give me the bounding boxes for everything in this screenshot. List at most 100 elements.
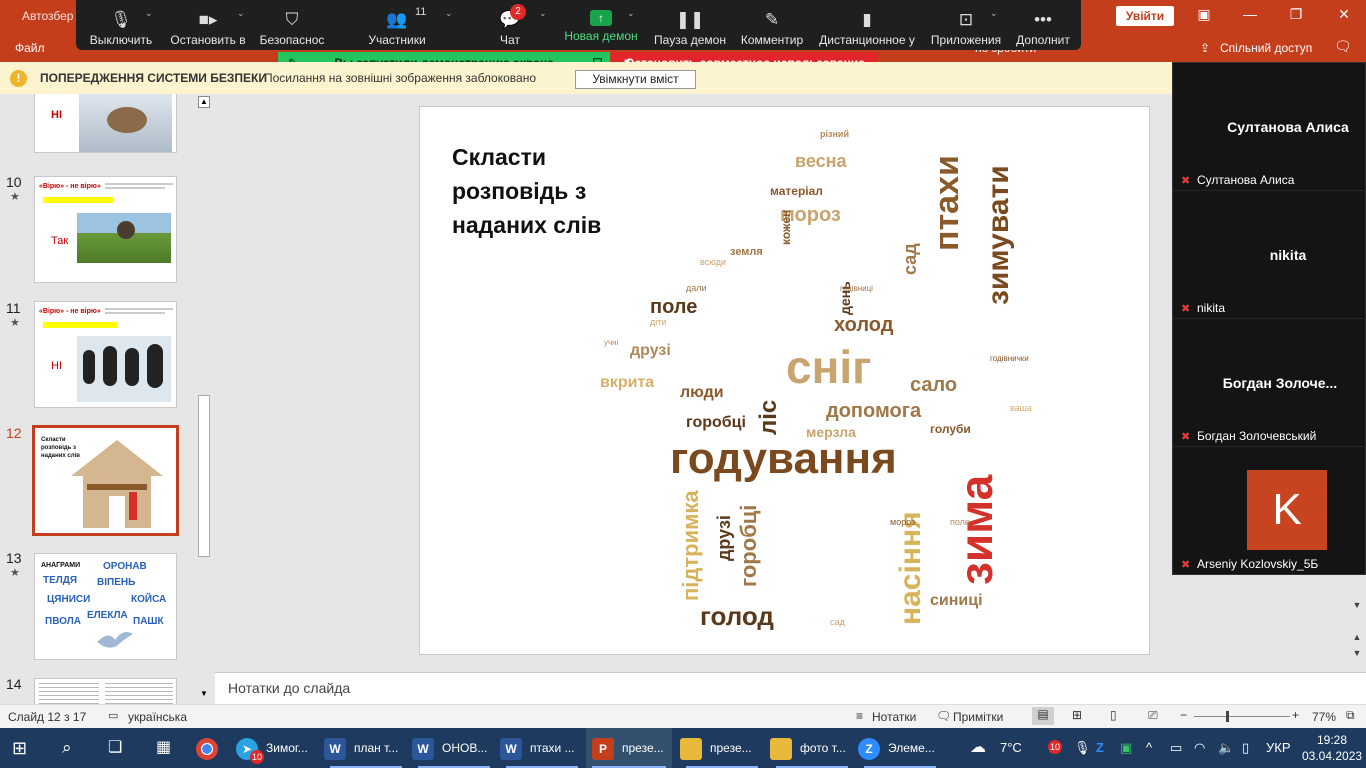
prev-slide-icon[interactable]: ▲	[1350, 632, 1364, 646]
share-icon[interactable]: ⇪	[1200, 41, 1210, 55]
microphone-tray-icon[interactable]: 🎙	[1074, 728, 1091, 768]
taskbar-app-word[interactable]: Wптахи ...	[500, 728, 584, 768]
slide-thumbnail[interactable]: «Вірю» - не вірю» НІ	[34, 301, 177, 408]
taskbar-app-word[interactable]: W ОНОВ...	[412, 728, 496, 768]
notes-pane[interactable]: Нотатки до слайда	[215, 672, 1366, 704]
slideshow-icon[interactable]: ⎚	[1148, 708, 1158, 723]
mouse-icon: ▮	[862, 10, 872, 29]
slide-number: 11	[6, 300, 21, 316]
notes-button[interactable]: Нотатки	[872, 710, 916, 724]
stop-video-button[interactable]: ■▸ Остановить в	[168, 0, 248, 50]
chevron-down-icon[interactable]: ⌄	[539, 8, 547, 19]
folder-icon	[680, 737, 702, 760]
wifi-icon[interactable]: ◠	[1194, 728, 1205, 768]
zoom-tray-icon[interactable]: Z	[1096, 728, 1104, 768]
wordcloud-word: сад	[830, 617, 846, 627]
security-button[interactable]: ⛉ Безопаснос	[256, 0, 328, 50]
more-button[interactable]: ••• Дополнит	[1010, 0, 1076, 50]
chevron-up-icon[interactable]: ^	[1146, 728, 1152, 768]
scroll-down-icon[interactable]: ▼	[198, 688, 210, 700]
taskbar-app-explorer[interactable]: презе...	[680, 728, 764, 768]
slide-thumbnail-selected[interactable]: Скласти розповідь з наданих слів	[32, 425, 179, 536]
login-button[interactable]: Увійти	[1116, 6, 1174, 26]
shield-icon: ⛉	[285, 10, 299, 29]
enable-content-button[interactable]: Увімкнути вміст	[575, 70, 696, 89]
chevron-down-icon[interactable]: ⌄	[237, 8, 245, 19]
pause-share-button[interactable]: ❚❚ Пауза демон	[650, 0, 730, 50]
zoom-percent[interactable]: 77%	[1312, 710, 1336, 724]
minimize-icon[interactable]: —	[1238, 6, 1262, 26]
battery-icon[interactable]: ▯	[1242, 728, 1249, 768]
taskbar-app-zoom[interactable]: Z Элеме...	[858, 728, 942, 768]
taskbar-app-word[interactable]: Wплан т...	[324, 728, 408, 768]
bird-image	[97, 632, 133, 648]
spellcheck-icon[interactable]: ▭	[108, 709, 118, 722]
next-slide-icon[interactable]: ▼	[1350, 648, 1364, 662]
muted-mic-icon: ✖	[1181, 175, 1191, 187]
video-camera-icon: ■▸	[198, 10, 218, 29]
language-indicator[interactable]: УКР	[1266, 728, 1291, 768]
scroll-up-icon[interactable]: ▲	[198, 96, 210, 108]
chevron-down-icon[interactable]: ⌄	[990, 8, 998, 19]
wordcloud-word: горобці	[686, 414, 746, 431]
language-indicator[interactable]: українська	[128, 710, 187, 724]
wordcloud-word: вкрита	[600, 374, 654, 391]
participant-tile[interactable]: Богдан Золоче... ✖ Богдан Золочевський	[1173, 319, 1366, 447]
ribbon-display-icon[interactable]: ▣	[1192, 6, 1216, 26]
weather-temp[interactable]: 7°C	[1000, 728, 1022, 768]
comment-icon[interactable]: 🗨	[1334, 38, 1352, 55]
chevron-down-icon[interactable]: ⌄	[145, 8, 153, 19]
slide-thumbnail[interactable]: АНАГРАМИ ОРОНАВ ТЕЛДЯ ВІПЕНЬ ЦЯНИСИ КОЙС…	[34, 553, 177, 660]
security-warning-message: Посилання на зовнішні зображення заблоко…	[264, 71, 537, 85]
taskbar: ⊞ ⌕ ❏ ▦ ➤ Зимог... 10 Wплан т... W ОНОВ...…	[0, 728, 1366, 768]
chevron-down-icon[interactable]: ⌄	[627, 8, 635, 19]
scroll-down-icon[interactable]: ▼	[1350, 600, 1364, 614]
calculator-icon[interactable]: ▦	[156, 728, 171, 768]
wordcloud-word: всюди	[700, 257, 726, 267]
autosave-label[interactable]: Автозбер	[22, 9, 73, 23]
share-button[interactable]: Спільний доступ	[1220, 41, 1312, 55]
maximize-icon[interactable]: ❐	[1284, 6, 1308, 26]
fit-slide-icon[interactable]: ⧉	[1346, 708, 1355, 723]
zoom-slider-thumb[interactable]	[1226, 711, 1229, 722]
volume-icon[interactable]: 🔈	[1218, 728, 1234, 768]
network-icon[interactable]: ▭	[1170, 728, 1182, 768]
comments-button[interactable]: Примітки	[953, 710, 1003, 724]
folder-icon	[770, 737, 792, 760]
tray-app-icon[interactable]: ▣	[1120, 728, 1132, 768]
task-view-icon[interactable]: ❏	[108, 728, 122, 768]
slide-thumbnail[interactable]	[34, 678, 177, 704]
reading-view-icon[interactable]: ▯	[1110, 708, 1117, 722]
chevron-down-icon[interactable]: ⌄	[445, 8, 453, 19]
normal-view-icon[interactable]: ▤	[1032, 707, 1054, 725]
remote-control-button[interactable]: ▮ Дистанционное у	[816, 0, 918, 50]
clock[interactable]: 19:28 03.04.2023	[1302, 728, 1362, 768]
warning-icon: !	[10, 70, 27, 87]
zoom-in-icon[interactable]: +	[1292, 708, 1299, 722]
zoom-slider[interactable]	[1194, 716, 1290, 717]
taskbar-app-explorer[interactable]: фото т...	[770, 728, 854, 768]
taskbar-app-powerpoint[interactable]: Pпрезе...	[586, 728, 672, 768]
menu-file[interactable]: Файл	[15, 41, 45, 55]
weather-icon[interactable]: ☁	[970, 728, 986, 768]
search-icon[interactable]: ⌕	[62, 728, 72, 768]
windows-start-icon[interactable]: ⊞	[12, 728, 27, 768]
wordcloud-word: різний	[820, 129, 849, 139]
zoom-out-icon[interactable]: −	[1180, 708, 1187, 722]
wordcloud-word: дали	[686, 283, 707, 293]
slide-sorter-icon[interactable]: ⊞	[1072, 708, 1082, 722]
star-icon: ★	[10, 317, 20, 329]
participant-tile[interactable]: Султанова Алиса ✖ Султанова Алиса	[1173, 63, 1366, 191]
participant-tile[interactable]: nikita ✖ nikita	[1173, 191, 1366, 319]
close-icon[interactable]: ✕	[1332, 6, 1356, 26]
taskbar-app-telegram[interactable]: ➤ Зимог... 10	[236, 728, 316, 768]
scrollbar-thumb[interactable]	[198, 395, 210, 557]
chrome-icon[interactable]	[196, 728, 226, 768]
slide-number: 10	[6, 174, 22, 190]
wordcloud-word: голод	[700, 601, 774, 630]
status-bar: Слайд 12 з 17 ▭ українська ≡ Нотатки 🗨 П…	[0, 704, 1366, 728]
annotate-button[interactable]: ✎ Комментир	[736, 0, 808, 50]
slide-thumbnail[interactable]: НІ	[34, 94, 177, 153]
comments-icon: 🗨	[936, 709, 952, 723]
slide-thumbnail[interactable]: «Вірю» - не вірю» Так	[34, 176, 177, 283]
